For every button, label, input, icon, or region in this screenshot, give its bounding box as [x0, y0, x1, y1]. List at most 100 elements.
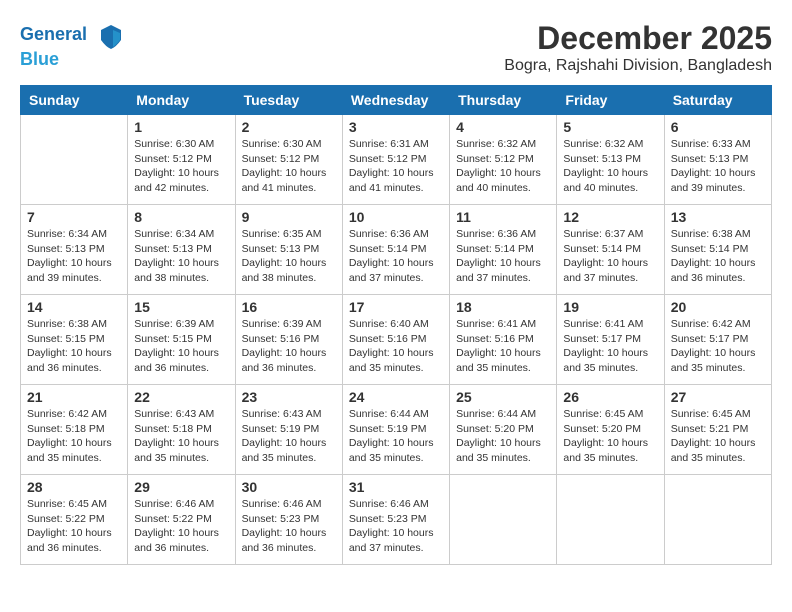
table-row: 28Sunrise: 6:45 AMSunset: 5:22 PMDayligh…: [21, 475, 128, 565]
day-number: 22: [134, 389, 228, 405]
day-info: Sunrise: 6:30 AMSunset: 5:12 PMDaylight:…: [134, 137, 228, 196]
day-number: 6: [671, 119, 765, 135]
calendar-week-5: 28Sunrise: 6:45 AMSunset: 5:22 PMDayligh…: [21, 475, 772, 565]
header-friday: Friday: [557, 86, 664, 115]
day-info: Sunrise: 6:40 AMSunset: 5:16 PMDaylight:…: [349, 317, 443, 376]
day-info: Sunrise: 6:39 AMSunset: 5:16 PMDaylight:…: [242, 317, 336, 376]
day-info: Sunrise: 6:43 AMSunset: 5:18 PMDaylight:…: [134, 407, 228, 466]
day-info: Sunrise: 6:46 AMSunset: 5:23 PMDaylight:…: [349, 497, 443, 556]
calendar-table: Sunday Monday Tuesday Wednesday Thursday…: [20, 85, 772, 565]
table-row: [450, 475, 557, 565]
table-row: 20Sunrise: 6:42 AMSunset: 5:17 PMDayligh…: [664, 295, 771, 385]
table-row: 18 Sunrise: 6:41 AMSunset: 5:16 PMDayligh…: [450, 295, 557, 385]
day-info: Sunrise: 6:42 AMSunset: 5:17 PMDaylight:…: [671, 317, 765, 376]
day-number: 31: [349, 479, 443, 495]
day-number: 18: [456, 299, 550, 315]
day-number: 4: [456, 119, 550, 135]
day-number: 27: [671, 389, 765, 405]
subtitle: Bogra, Rajshahi Division, Bangladesh: [504, 57, 772, 75]
day-info: Sunrise: 6:35 AMSunset: 5:13 PMDaylight:…: [242, 227, 336, 286]
logo-icon: [96, 20, 126, 50]
table-row: [557, 475, 664, 565]
title-section: December 2025 Bogra, Rajshahi Division, …: [504, 20, 772, 75]
day-info: Sunrise: 6:45 AMSunset: 5:21 PMDaylight:…: [671, 407, 765, 466]
calendar-week-4: 21Sunrise: 6:42 AMSunset: 5:18 PMDayligh…: [21, 385, 772, 475]
calendar-week-1: 1 Sunrise: 6:30 AMSunset: 5:12 PMDaylight…: [21, 115, 772, 205]
table-row: [21, 115, 128, 205]
table-row: 1 Sunrise: 6:30 AMSunset: 5:12 PMDaylight…: [128, 115, 235, 205]
day-info: Sunrise: 6:44 AMSunset: 5:19 PMDaylight:…: [349, 407, 443, 466]
day-info: Sunrise: 6:32 AMSunset: 5:12 PMDaylight:…: [456, 137, 550, 196]
table-row: 8Sunrise: 6:34 AMSunset: 5:13 PMDaylight…: [128, 205, 235, 295]
table-row: 27 Sunrise: 6:45 AMSunset: 5:21 PMDayligh…: [664, 385, 771, 475]
logo-text: General Blue: [20, 20, 126, 70]
table-row: 19 Sunrise: 6:41 AMSunset: 5:17 PMDayligh…: [557, 295, 664, 385]
day-number: 28: [27, 479, 121, 495]
day-number: 19: [563, 299, 657, 315]
table-row: 11Sunrise: 6:36 AMSunset: 5:14 PMDayligh…: [450, 205, 557, 295]
table-row: 17 Sunrise: 6:40 AMSunset: 5:16 PMDayligh…: [342, 295, 449, 385]
table-row: 6 Sunrise: 6:33 AMSunset: 5:13 PMDaylight…: [664, 115, 771, 205]
table-row: 9 Sunrise: 6:35 AMSunset: 5:13 PMDaylight…: [235, 205, 342, 295]
table-row: 25Sunrise: 6:44 AMSunset: 5:20 PMDayligh…: [450, 385, 557, 475]
header-tuesday: Tuesday: [235, 86, 342, 115]
table-row: 7Sunrise: 6:34 AMSunset: 5:13 PMDaylight…: [21, 205, 128, 295]
table-row: 14 Sunrise: 6:38 AMSunset: 5:15 PMDayligh…: [21, 295, 128, 385]
day-info: Sunrise: 6:36 AMSunset: 5:14 PMDaylight:…: [349, 227, 443, 286]
day-number: 3: [349, 119, 443, 135]
day-info: Sunrise: 6:33 AMSunset: 5:13 PMDaylight:…: [671, 137, 765, 196]
header-sunday: Sunday: [21, 86, 128, 115]
table-row: 13Sunrise: 6:38 AMSunset: 5:14 PMDayligh…: [664, 205, 771, 295]
day-number: 23: [242, 389, 336, 405]
table-row: 24 Sunrise: 6:44 AMSunset: 5:19 PMDayligh…: [342, 385, 449, 475]
logo: General Blue: [20, 20, 126, 70]
day-info: Sunrise: 6:44 AMSunset: 5:20 PMDaylight:…: [456, 407, 550, 466]
day-number: 10: [349, 209, 443, 225]
calendar-week-3: 14 Sunrise: 6:38 AMSunset: 5:15 PMDayligh…: [21, 295, 772, 385]
day-info: Sunrise: 6:30 AMSunset: 5:12 PMDaylight:…: [242, 137, 336, 196]
main-title: December 2025: [504, 20, 772, 57]
day-number: 24: [349, 389, 443, 405]
day-number: 5: [563, 119, 657, 135]
table-row: 15Sunrise: 6:39 AMSunset: 5:15 PMDayligh…: [128, 295, 235, 385]
table-row: 22 Sunrise: 6:43 AMSunset: 5:18 PMDayligh…: [128, 385, 235, 475]
day-info: Sunrise: 6:34 AMSunset: 5:13 PMDaylight:…: [134, 227, 228, 286]
calendar-header-row: Sunday Monday Tuesday Wednesday Thursday…: [21, 86, 772, 115]
table-row: 29Sunrise: 6:46 AMSunset: 5:22 PMDayligh…: [128, 475, 235, 565]
day-info: Sunrise: 6:32 AMSunset: 5:13 PMDaylight:…: [563, 137, 657, 196]
day-info: Sunrise: 6:41 AMSunset: 5:17 PMDaylight:…: [563, 317, 657, 376]
day-number: 9: [242, 209, 336, 225]
day-number: 12: [563, 209, 657, 225]
table-row: 12Sunrise: 6:37 AMSunset: 5:14 PMDayligh…: [557, 205, 664, 295]
table-row: 10 Sunrise: 6:36 AMSunset: 5:14 PMDayligh…: [342, 205, 449, 295]
table-row: 16 Sunrise: 6:39 AMSunset: 5:16 PMDayligh…: [235, 295, 342, 385]
table-row: 2 Sunrise: 6:30 AMSunset: 5:12 PMDaylight…: [235, 115, 342, 205]
day-info: Sunrise: 6:39 AMSunset: 5:15 PMDaylight:…: [134, 317, 228, 376]
day-info: Sunrise: 6:41 AMSunset: 5:16 PMDaylight:…: [456, 317, 550, 376]
day-number: 17: [349, 299, 443, 315]
table-row: 3Sunrise: 6:31 AMSunset: 5:12 PMDaylight…: [342, 115, 449, 205]
table-row: 31 Sunrise: 6:46 AMSunset: 5:23 PMDayligh…: [342, 475, 449, 565]
header-wednesday: Wednesday: [342, 86, 449, 115]
calendar-week-2: 7 Sunrise: 6:34 AMSunset: 5:13 PMDaylight…: [21, 205, 772, 295]
day-number: 26: [563, 389, 657, 405]
day-number: 29: [134, 479, 228, 495]
page-header: General Blue December 2025 Bogra, Rajsha…: [20, 20, 772, 75]
day-info: Sunrise: 6:43 AMSunset: 5:19 PMDaylight:…: [242, 407, 336, 466]
header-thursday: Thursday: [450, 86, 557, 115]
day-info: Sunrise: 6:38 AMSunset: 5:14 PMDaylight:…: [671, 227, 765, 286]
day-number: 1: [134, 119, 228, 135]
day-number: 7: [27, 209, 121, 225]
table-row: 4 Sunrise: 6:32 AMSunset: 5:12 PMDaylight…: [450, 115, 557, 205]
table-row: 26Sunrise: 6:45 AMSunset: 5:20 PMDayligh…: [557, 385, 664, 475]
logo-blue: Blue: [20, 49, 59, 69]
day-number: 16: [242, 299, 336, 315]
table-row: 5 Sunrise: 6:32 AMSunset: 5:13 PMDaylight…: [557, 115, 664, 205]
table-row: 23 Sunrise: 6:43 AMSunset: 5:19 PMDayligh…: [235, 385, 342, 475]
day-number: 14: [27, 299, 121, 315]
day-info: Sunrise: 6:38 AMSunset: 5:15 PMDaylight:…: [27, 317, 121, 376]
table-row: 30Sunrise: 6:46 AMSunset: 5:23 PMDayligh…: [235, 475, 342, 565]
day-number: 2: [242, 119, 336, 135]
day-info: Sunrise: 6:46 AMSunset: 5:23 PMDaylight:…: [242, 497, 336, 556]
table-row: [664, 475, 771, 565]
